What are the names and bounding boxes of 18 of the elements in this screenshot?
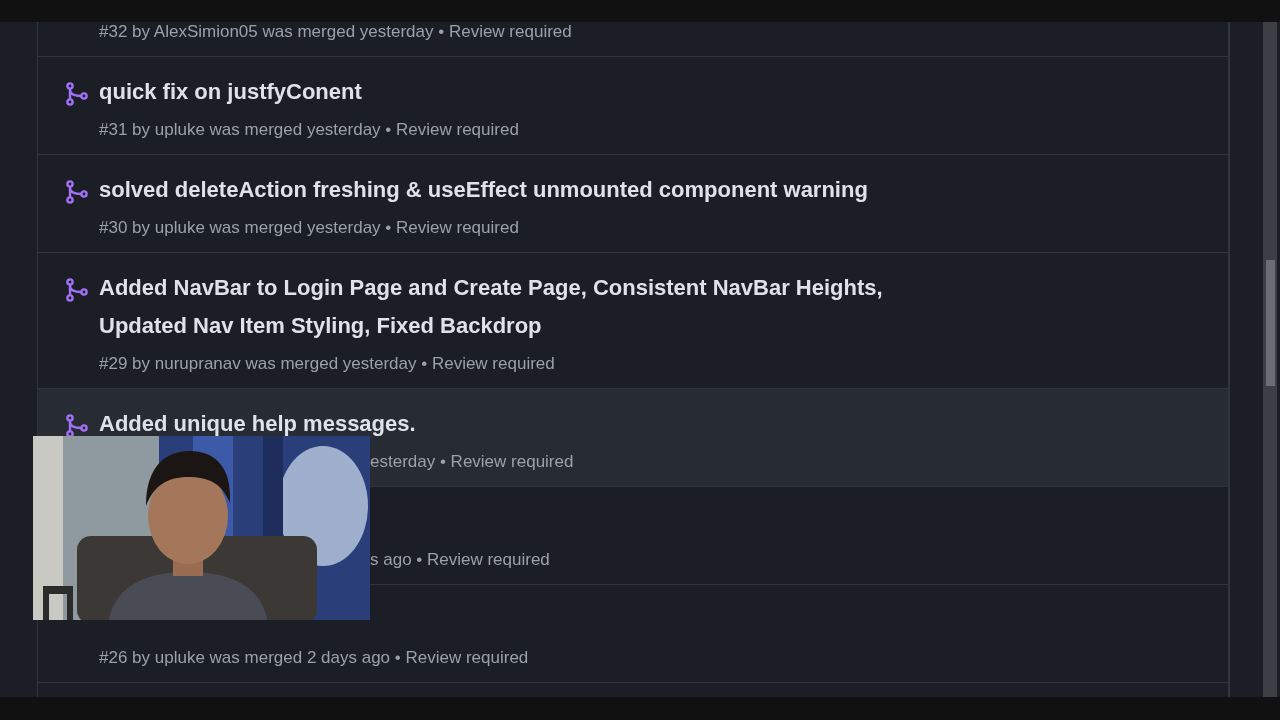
merge-icon bbox=[66, 278, 88, 302]
pull-request-title[interactable]: solved deleteAction freshing & useEffect unmounted component warning bbox=[99, 176, 868, 204]
merge-icon bbox=[66, 82, 88, 106]
merge-icon bbox=[66, 180, 88, 204]
scrollbar[interactable] bbox=[1263, 22, 1277, 697]
pull-request-meta: #31 by upluke was merged yesterday • Review required bbox=[99, 119, 519, 141]
pull-request-title[interactable]: Added NavBar to Login Page and Create Page, Consistent NavBar Heights, Updated Nav Item Styling, Fixed Backdrop bbox=[99, 269, 959, 345]
pull-request-title[interactable]: Added unique help messages. bbox=[99, 410, 574, 438]
pull-request-title[interactable]: quick fix on justfyConent bbox=[99, 78, 519, 106]
merge-icon bbox=[66, 414, 88, 438]
pull-request-meta: s ago • Review required bbox=[369, 549, 550, 571]
pull-request-meta: #32 by AlexSimion05 was merged yesterday • Review required bbox=[99, 22, 572, 43]
pull-request-meta: esterday • Review required bbox=[369, 451, 574, 473]
scrollbar-thumb[interactable] bbox=[1265, 260, 1275, 386]
pull-request-meta: #29 by nurupranav was merged yesterday • Review required bbox=[99, 353, 556, 375]
pull-request-meta: #26 by upluke was merged 2 days ago • Review required bbox=[99, 647, 529, 669]
pull-request-meta: #30 by upluke was merged yesterday • Review required bbox=[99, 217, 520, 239]
pull-request-row[interactable]: #32 by AlexSimion05 was merged yesterday • Review required bbox=[38, 22, 1228, 57]
